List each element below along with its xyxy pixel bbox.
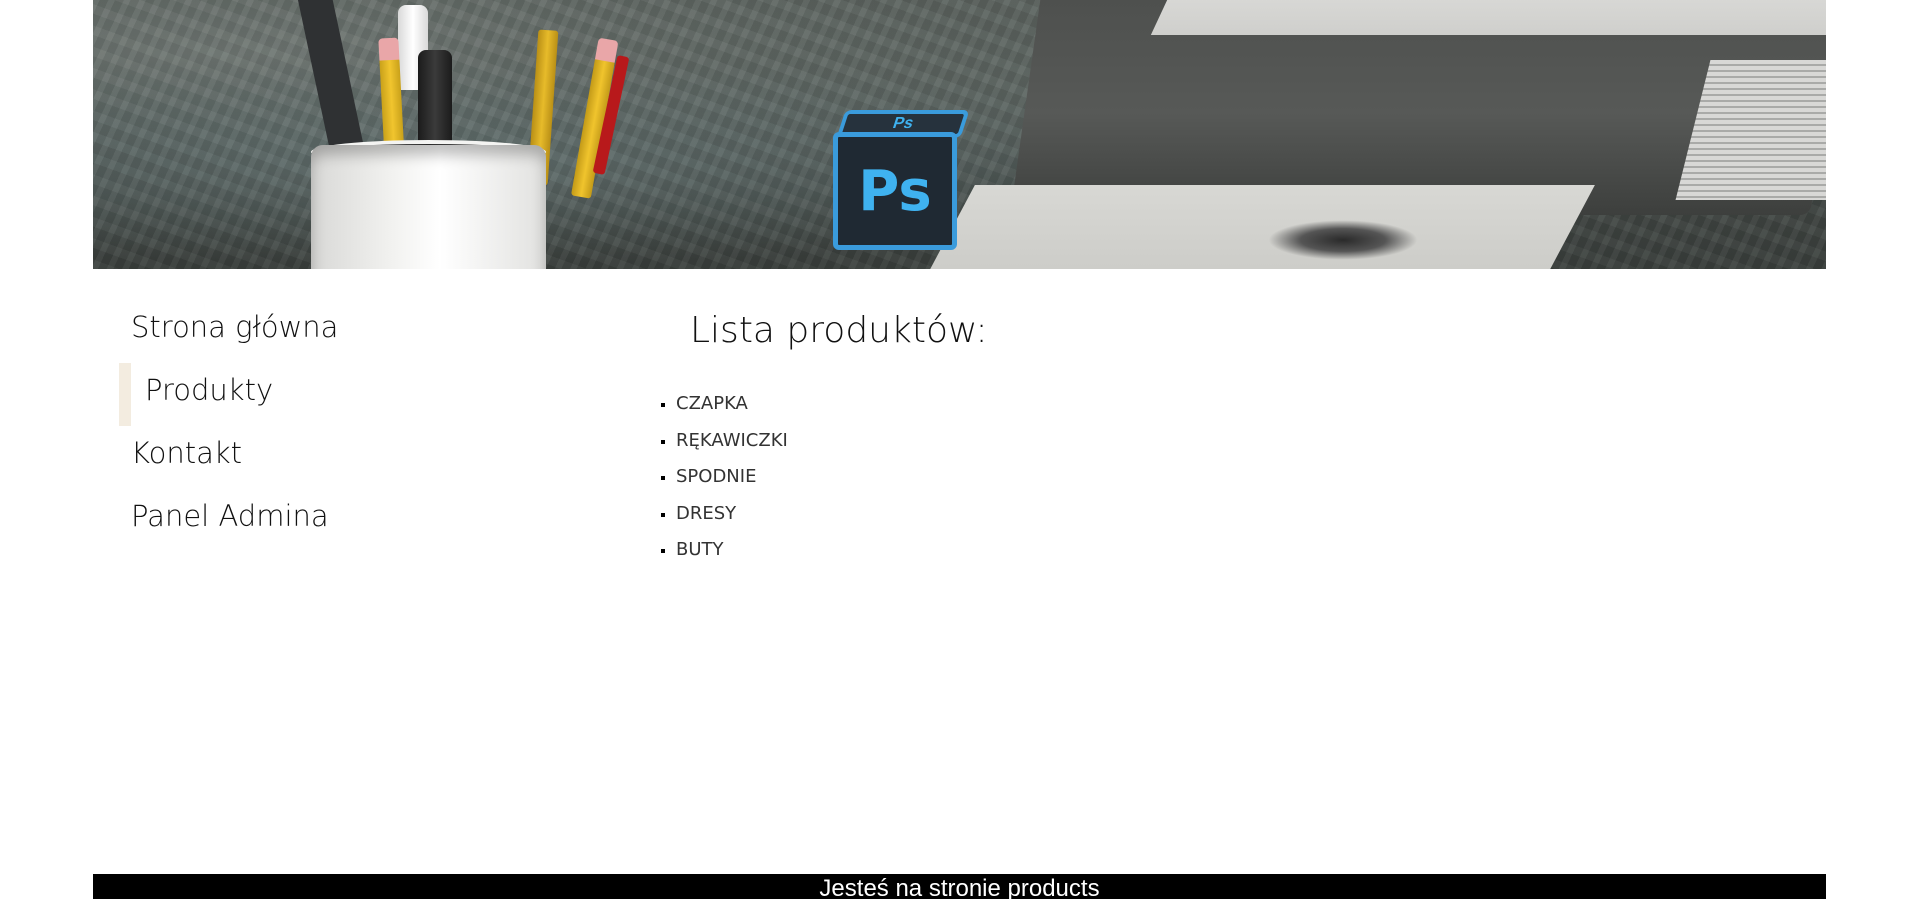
product-item: SPODNIE (676, 459, 1740, 496)
main-content: Lista produktów: CZAPKA RĘKAWICZKI SPODN… (640, 300, 1740, 569)
photoshop-cube-icon: Ps Ps (833, 110, 970, 250)
product-list: CZAPKA RĘKAWICZKI SPODNIE DRESY BUTY (640, 386, 1740, 569)
sketch-drawing (1268, 220, 1418, 260)
page-title: Lista produktów: (690, 310, 988, 351)
product-item: BUTY (676, 532, 1740, 569)
photoshop-cube-front: Ps (833, 132, 957, 250)
nav-item-panel-admina[interactable]: Panel Admina (119, 489, 539, 552)
footer-text: Jesteś na stronie products (819, 875, 1100, 899)
binder-cover (1150, 0, 1826, 35)
nav-item-produkty[interactable]: Produkty (119, 363, 539, 426)
mug-icon (311, 145, 546, 269)
header-banner-image: Ps Ps (93, 0, 1826, 269)
sidebar-nav: Strona główna Produkty Kontakt Panel Adm… (119, 300, 539, 552)
nav-item-kontakt[interactable]: Kontakt (119, 426, 539, 489)
footer: Jesteś na stronie products (93, 874, 1826, 899)
paper-sheet (911, 185, 1595, 269)
product-item: RĘKAWICZKI (676, 423, 1740, 460)
product-item: CZAPKA (676, 386, 1740, 423)
product-item: DRESY (676, 496, 1740, 533)
page: Ps Ps Strona główna Produkty Kontakt Pan… (0, 0, 1924, 899)
nav-item-strona-glowna[interactable]: Strona główna (119, 300, 539, 363)
